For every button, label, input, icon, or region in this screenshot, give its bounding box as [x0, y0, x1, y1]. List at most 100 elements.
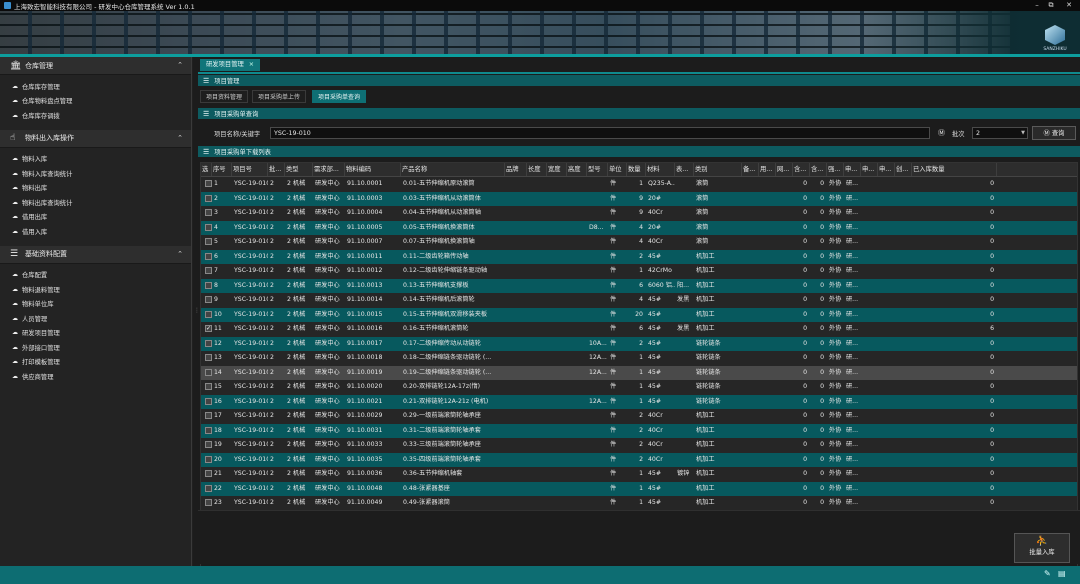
row-checkbox[interactable]: [201, 177, 212, 192]
table-row[interactable]: 22 YSC-19-010 2 2 机械 研发中心 91.10.0048 0.48-张紧器基…: [201, 481, 1077, 497]
subtab-po-upload[interactable]: 项目采购单上传: [252, 90, 307, 103]
sidebar-item[interactable]: ☁ 物料退料管理: [0, 282, 191, 297]
checkbox-icon[interactable]: [205, 252, 212, 260]
sidebar-group[interactable]: ☰ 基础资料配置 ⌃: [0, 245, 191, 264]
close-button[interactable]: ✕: [1058, 0, 1080, 11]
column-header[interactable]: 申...: [844, 163, 861, 176]
sidebar-group[interactable]: ☝ 物料出入库操作 ⌃: [0, 129, 191, 148]
checkbox-icon[interactable]: [205, 426, 212, 434]
column-header[interactable]: 申...: [861, 163, 878, 176]
checkbox-icon[interactable]: [205, 194, 212, 202]
table-row[interactable]: 21 YSC-19-010 2 2 机械 研发中心 91.10.0036 0.36-五节伸缩…: [201, 467, 1077, 482]
sidebar-item[interactable]: ☁ 仓库物料盘点管理: [0, 94, 191, 109]
row-checkbox[interactable]: [201, 206, 212, 221]
checkbox-icon[interactable]: [205, 484, 212, 492]
row-checkbox[interactable]: [201, 395, 212, 410]
checkbox-icon[interactable]: [205, 383, 212, 390]
query-button[interactable]: Ⓜ 查询: [1032, 126, 1076, 140]
checkbox-icon[interactable]: [205, 296, 212, 303]
table-row[interactable]: 13 YSC-19-010 2 2 机械 研发中心 91.10.0018 0.18-二级伸缩…: [201, 351, 1077, 366]
table-row[interactable]: 18 YSC-19-010 2 2 机械 研发中心 91.10.0031 0.31-二级前端…: [201, 423, 1077, 439]
sidebar-item[interactable]: ☁ 供应商管理: [0, 369, 191, 384]
row-checkbox[interactable]: ✓: [201, 322, 212, 337]
table-row[interactable]: 2 YSC-19-010 2 2 机械 研发中心 91.10.0003 0.03-五节伸缩机…: [201, 191, 1077, 206]
checkbox-icon[interactable]: [205, 354, 212, 361]
checkbox-icon[interactable]: [205, 397, 212, 405]
row-checkbox[interactable]: [201, 482, 212, 497]
sidebar-item[interactable]: ☁ 仓库配置: [0, 268, 191, 283]
close-tab-icon[interactable]: ×: [249, 61, 254, 68]
checkbox-icon[interactable]: [205, 209, 212, 216]
column-header[interactable]: 强...: [827, 163, 844, 176]
checkbox-icon[interactable]: [205, 441, 212, 448]
sidebar-item[interactable]: ☁ 仓库库存管理: [0, 79, 191, 94]
table-row[interactable]: 6 YSC-19-010 2 2 机械 研发中心 91.10.0011 0.11-二级齿轮箱…: [201, 249, 1077, 265]
sidebar-item[interactable]: ☁ 研发项目管理: [0, 326, 191, 341]
column-header[interactable]: 类别: [694, 163, 742, 176]
row-checkbox[interactable]: [201, 366, 212, 381]
column-header[interactable]: 已入库数量: [912, 163, 997, 176]
row-checkbox[interactable]: [201, 250, 212, 265]
column-header[interactable]: 含...: [810, 163, 827, 176]
table-row[interactable]: 4 YSC-19-010 2 2 机械 研发中心 91.10.0005 0.05-五节伸缩机…: [201, 220, 1077, 235]
table-row[interactable]: 14 YSC-19-010 2 2 机械 研发中心 91.10.0019 0.19-二级伸缩…: [201, 365, 1077, 381]
row-checkbox[interactable]: [201, 409, 212, 424]
column-header[interactable]: 项目号: [232, 163, 268, 176]
row-checkbox[interactable]: [201, 438, 212, 453]
table-row[interactable]: 5 YSC-19-010 2 2 机械 研发中心 91.10.0007 0.07-五节伸缩机…: [201, 235, 1077, 250]
column-header[interactable]: 宽度: [547, 163, 567, 176]
column-header[interactable]: 单位: [608, 163, 627, 176]
table-row[interactable]: 3 YSC-19-010 2 2 机械 研发中心 91.10.0004 0.04-五节伸缩机…: [201, 206, 1077, 221]
checkbox-checked-icon[interactable]: ✓: [205, 325, 212, 332]
sidebar-item[interactable]: ☁ 借用出库: [0, 210, 191, 225]
column-header[interactable]: 材料: [646, 163, 675, 176]
table-row[interactable]: 12 YSC-19-010 2 2 机械 研发中心 91.10.0017 0.17-二级伸缩…: [201, 336, 1077, 352]
checkbox-icon[interactable]: [205, 310, 212, 318]
column-header[interactable]: 物料编码: [345, 163, 401, 176]
column-header[interactable]: 型号: [587, 163, 608, 176]
edit-icon[interactable]: ✎: [1044, 569, 1051, 578]
table-row[interactable]: 19 YSC-19-010 2 2 机械 研发中心 91.10.0033 0.33-三级前端…: [201, 438, 1077, 453]
sidebar-item[interactable]: ☁ 物料单位库: [0, 297, 191, 312]
row-checkbox[interactable]: [201, 279, 212, 294]
row-checkbox[interactable]: [201, 424, 212, 439]
checkbox-icon[interactable]: [205, 470, 212, 477]
row-checkbox[interactable]: [201, 308, 212, 323]
checkbox-icon[interactable]: [205, 499, 212, 506]
table-row[interactable]: 17 YSC-19-010 2 2 机械 研发中心 91.10.0029 0.29-一级前端…: [201, 409, 1077, 424]
row-checkbox[interactable]: [201, 293, 212, 308]
subtab-project-info[interactable]: 项目资料管理: [200, 90, 249, 103]
column-header[interactable]: 选: [201, 163, 212, 176]
column-header[interactable]: 品牌: [505, 163, 527, 176]
row-checkbox[interactable]: [201, 496, 212, 511]
checkbox-icon[interactable]: [205, 368, 212, 376]
column-header[interactable]: 用...: [759, 163, 776, 176]
table-row[interactable]: 9 YSC-19-010 2 2 机械 研发中心 91.10.0014 0.14-五节伸缩机…: [201, 293, 1077, 308]
checkbox-icon[interactable]: [205, 281, 212, 289]
row-checkbox[interactable]: [201, 264, 212, 279]
sidebar-item[interactable]: ☁ 物料入库: [0, 152, 191, 167]
checkbox-icon[interactable]: [205, 238, 212, 245]
row-checkbox[interactable]: [201, 351, 212, 366]
column-header[interactable]: 序号: [212, 163, 232, 176]
save-icon[interactable]: ▤: [1058, 569, 1066, 578]
column-header[interactable]: 申...: [878, 163, 895, 176]
column-header[interactable]: 网...: [776, 163, 793, 176]
sidebar-item[interactable]: ☁ 仓库库存调拨: [0, 108, 191, 123]
chevron-up-icon[interactable]: ⌃: [175, 131, 183, 146]
subtab-po-query[interactable]: 项目采购单查询: [312, 90, 367, 103]
checkbox-icon[interactable]: [205, 223, 212, 231]
row-checkbox[interactable]: [201, 337, 212, 352]
chevron-up-icon[interactable]: ⌃: [175, 58, 183, 73]
sidebar-item[interactable]: ☁ 借用入库: [0, 224, 191, 239]
tab-project-management[interactable]: 研发项目管理 ×: [200, 59, 261, 71]
checkbox-icon[interactable]: [205, 267, 212, 274]
sidebar-item[interactable]: ☁ 物料出库: [0, 181, 191, 196]
table-row[interactable]: 15 YSC-19-010 2 2 机械 研发中心 91.10.0020 0.20-双排链轮…: [201, 380, 1077, 395]
column-header[interactable]: 类型: [285, 163, 313, 176]
column-header[interactable]: 数量: [627, 163, 646, 176]
table-row[interactable]: 1 YSC-19-010 2 2 机械 研发中心 91.10.0001 0.01-五节伸缩机…: [201, 177, 1077, 192]
keyword-input[interactable]: YSC-19-010: [270, 127, 930, 139]
sidebar-item[interactable]: ☁ 人员管理: [0, 311, 191, 326]
sidebar-item[interactable]: ☁ 外部接口管理: [0, 340, 191, 355]
